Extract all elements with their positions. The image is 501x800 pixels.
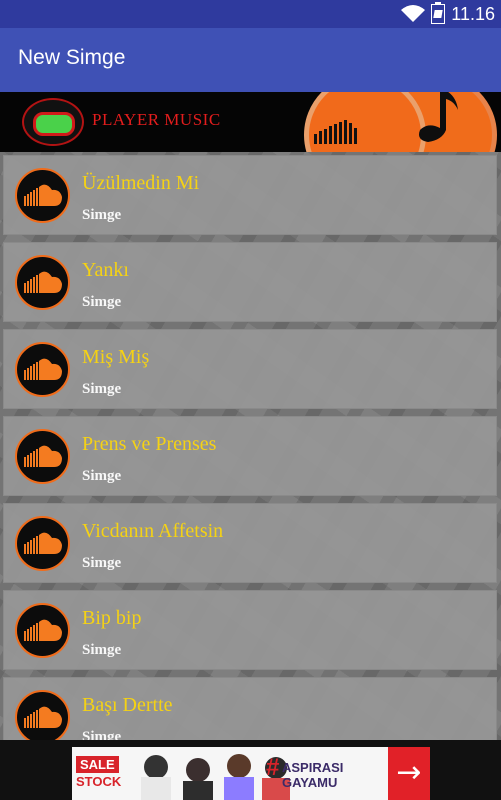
song-artist: Simge	[82, 381, 122, 397]
status-time: 11.16	[451, 4, 495, 24]
music-note-icon	[419, 92, 458, 142]
song-title: Üzülmedin Mi	[82, 172, 200, 194]
song-list-item[interactable]: Prens ve Prenses Simge	[3, 416, 497, 496]
soundcloud-icon	[15, 690, 70, 740]
song-title: Vicdanın Affetsin	[82, 520, 224, 542]
song-artist: Simge	[82, 729, 122, 740]
status-icons: 11.16	[401, 2, 495, 25]
banner-title: PLAYER MUSIC	[92, 110, 221, 129]
song-list-item[interactable]: Bip bip Simge	[3, 590, 497, 670]
wifi-icon	[401, 5, 426, 22]
song-artist: Simge	[82, 294, 122, 310]
ad-content[interactable]: SALE STOCK # ASPIRASI GAYAMU →	[72, 747, 430, 800]
app-bar: New Simge	[0, 28, 501, 92]
soundcloud-icon	[15, 342, 70, 397]
status-bar: 11.16	[0, 0, 501, 28]
song-list-item[interactable]: Vicdanın Affetsin Simge	[3, 503, 497, 583]
song-artist: Simge	[82, 468, 122, 484]
song-list-item[interactable]: Başı Dertte Simge	[3, 677, 497, 740]
soundcloud-icon	[15, 255, 70, 310]
equalizer-icon	[314, 120, 357, 144]
song-artist: Simge	[82, 207, 122, 223]
battery-icon	[431, 2, 446, 24]
song-list-item[interactable]: Miş Miş Simge	[3, 329, 497, 409]
song-list-item[interactable]: Üzülmedin Mi Simge	[3, 155, 497, 235]
song-title: Prens ve Prenses	[82, 433, 217, 455]
ad-sale-stock-logo: SALE STOCK	[76, 756, 122, 789]
song-artist: Simge	[82, 642, 122, 658]
song-title: Yankı	[82, 259, 129, 281]
soundcloud-icon	[15, 603, 70, 658]
app-title: New Simge	[18, 46, 126, 69]
song-list[interactable]: Üzülmedin Mi Simge Yankı Simge Miş Miş S…	[0, 152, 501, 740]
song-title: Miş Miş	[82, 346, 150, 368]
player-music-banner: PLAYER MUSIC	[0, 92, 501, 152]
soundcloud-icon	[15, 516, 70, 571]
soundcloud-icon	[15, 168, 70, 223]
soundcloud-icon	[15, 429, 70, 484]
song-list-item[interactable]: Yankı Simge	[3, 242, 497, 322]
ad-brand-text: # ASPIRASI GAYAMU	[266, 754, 344, 791]
ad-banner[interactable]: SALE STOCK # ASPIRASI GAYAMU →	[0, 740, 501, 800]
arrow-right-icon[interactable]: →	[388, 747, 430, 800]
song-artist: Simge	[82, 555, 122, 571]
headphones-logo-icon	[22, 98, 84, 146]
song-title: Bip bip	[82, 607, 142, 629]
song-title: Başı Dertte	[82, 694, 173, 716]
